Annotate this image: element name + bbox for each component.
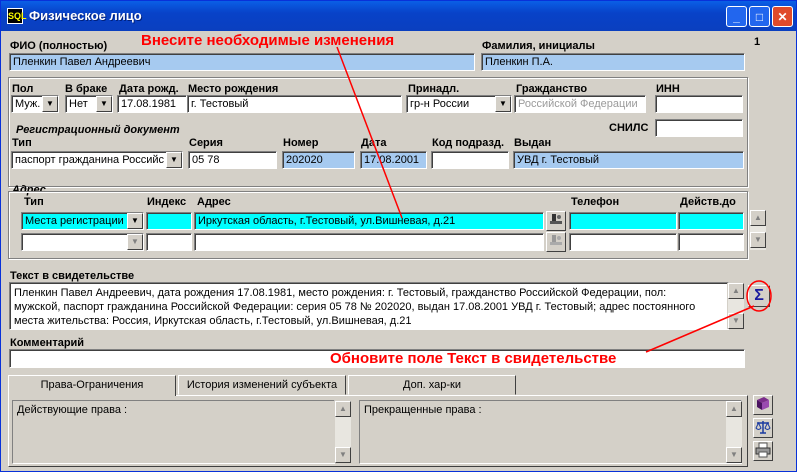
series-label: Серия [189,137,223,149]
tab-rights[interactable]: Права-Ограничения [8,375,176,396]
chevron-down-icon[interactable]: ▼ [96,96,112,112]
fio-label: ФИО (полностью) [10,40,108,52]
addr-phone-field-1[interactable] [569,212,677,230]
book-icon[interactable] [753,395,773,415]
addr-phone-label: Телефон [571,196,620,208]
document-section-label: Регистрационный документ [16,124,180,136]
birthplace-label: Место рождения [188,83,279,95]
addr-index-field-2[interactable] [146,233,192,251]
maximize-button[interactable]: □ [749,6,770,27]
birthdate-field[interactable]: 17.08.1981 [117,95,187,113]
chevron-down-icon[interactable]: ▼ [127,234,143,250]
scroll-up-icon[interactable]: ▲ [728,283,744,299]
date-field[interactable]: 17.08.2001 [360,151,427,169]
belong-label: Принадл. [408,83,460,95]
fio-field[interactable]: Пленкин Павел Андреевич [9,53,475,71]
comment-label: Комментарий [10,337,85,349]
addr-index-field-1[interactable] [146,212,192,230]
annotation-bottom: Обновите поле Текст в свидетельстве [330,350,617,367]
snils-field[interactable] [655,119,743,137]
window-title: Физическое лицо [29,8,142,23]
birthdate-label: Дата рожд. [119,83,179,95]
series-field[interactable]: 05 78 [188,151,277,169]
addr-address-field-2[interactable] [194,233,544,251]
printer-icon[interactable] [753,441,773,461]
scroll-down-icon[interactable]: ▼ [728,313,744,329]
certificate-label: Текст в свидетельстве [10,270,135,282]
addr-valid-field-1[interactable] [678,212,744,230]
inn-field[interactable] [655,95,743,113]
doc-type-value: паспорт гражданина Российс [15,154,164,166]
scroll-up-icon[interactable]: ▲ [726,401,742,417]
chevron-down-icon[interactable]: ▼ [495,96,511,112]
map-pin-icon[interactable] [546,211,566,231]
division-label: Код подразд. [432,137,505,149]
active-rights-panel[interactable]: Действующие права : [12,400,335,464]
short-name-label: Фамилия, инициалы [482,40,595,52]
active-rights-scrollbar[interactable]: ▲ ▼ [334,401,351,463]
map-pin-icon[interactable] [546,232,566,252]
tab-history[interactable]: История изменений субъекта [178,375,346,395]
scroll-down-icon[interactable]: ▼ [726,447,742,463]
inn-label: ИНН [656,83,680,95]
chevron-down-icon[interactable]: ▼ [127,213,143,229]
addr-address-label: Адрес [197,196,231,208]
chevron-down-icon[interactable]: ▼ [42,96,58,112]
update-text-button[interactable]: Σ [748,285,770,307]
app-icon: SQL [7,8,27,24]
short-name-field[interactable]: Пленкин П.А. [481,53,745,71]
doc-type-label: Тип [12,137,32,149]
married-label: В браке [65,83,108,95]
annotation-top: Внесите необходимые изменения [141,32,395,49]
title-bar[interactable]: SQL Физическое лицо _ □ ✕ [1,1,796,31]
addr-valid-field-2[interactable] [678,233,744,251]
certificate-scrollbar[interactable]: ▲ ▼ [727,283,744,329]
close-button[interactable]: ✕ [772,6,793,27]
married-select[interactable]: Нет ▼ [65,95,113,113]
minimize-button[interactable]: _ [726,6,747,27]
date-label: Дата [361,137,387,149]
birthplace-field[interactable]: г. Тестовый [187,95,402,113]
issued-label: Выдан [514,137,552,149]
ended-rights-label: Прекращенные права : [364,404,482,416]
sex-value: Муж. [15,98,41,110]
active-rights-label: Действующие права : [17,404,128,416]
addr-type-value-1: Места регистрации [25,215,124,227]
scroll-up-icon[interactable]: ▲ [750,210,766,226]
scroll-down-icon[interactable]: ▼ [335,447,351,463]
tab-extra[interactable]: Доп. хар-ки [348,375,516,395]
main-window: SQL Физическое лицо _ □ ✕ 1 ФИО (полност… [0,0,797,472]
scales-icon[interactable] [753,418,773,438]
certificate-text-value: Пленкин Павел Андреевич, дата рождения 1… [14,287,696,327]
address-scrollbar[interactable]: ▲ ▼ [749,210,766,250]
addr-type-select-2[interactable]: ▼ [21,233,144,251]
citizenship-field[interactable]: Российской Федерации [514,95,646,113]
scroll-down-icon[interactable]: ▼ [750,232,766,248]
division-field[interactable] [431,151,509,169]
addr-address-field-1[interactable]: Иркутская область, г.Тестовый, ул.Вишнев… [194,212,544,230]
snils-label: СНИЛС [609,122,649,134]
certificate-text[interactable]: Пленкин Павел Андреевич, дата рождения 1… [9,282,729,330]
chevron-down-icon[interactable]: ▼ [166,152,182,168]
addr-valid-label: Действ.до [680,196,736,208]
married-value: Нет [69,98,88,110]
ended-rights-scrollbar[interactable]: ▲ ▼ [725,401,742,463]
scroll-up-icon[interactable]: ▲ [335,401,351,417]
citizenship-label: Гражданство [516,83,588,95]
doc-type-select[interactable]: паспорт гражданина Российс ▼ [11,151,183,169]
addr-phone-field-2[interactable] [569,233,677,251]
sex-select[interactable]: Муж. ▼ [11,95,59,113]
belong-select[interactable]: гр-н России ▼ [406,95,512,113]
issued-field[interactable]: УВД г. Тестовый [513,151,744,169]
number-field[interactable]: 202020 [282,151,355,169]
addr-index-label: Индекс [147,196,187,208]
addr-type-label: Тип [24,196,44,208]
addr-type-select-1[interactable]: Места регистрации ▼ [21,212,144,230]
ended-rights-panel[interactable]: Прекращенные права : [359,400,742,464]
belong-value: гр-н России [410,98,470,110]
sex-label: Пол [12,83,34,95]
form-client: 1 ФИО (полностью) Пленкин Павел Андрееви… [4,31,793,469]
record-number: 1 [754,36,761,48]
number-label: Номер [283,137,319,149]
